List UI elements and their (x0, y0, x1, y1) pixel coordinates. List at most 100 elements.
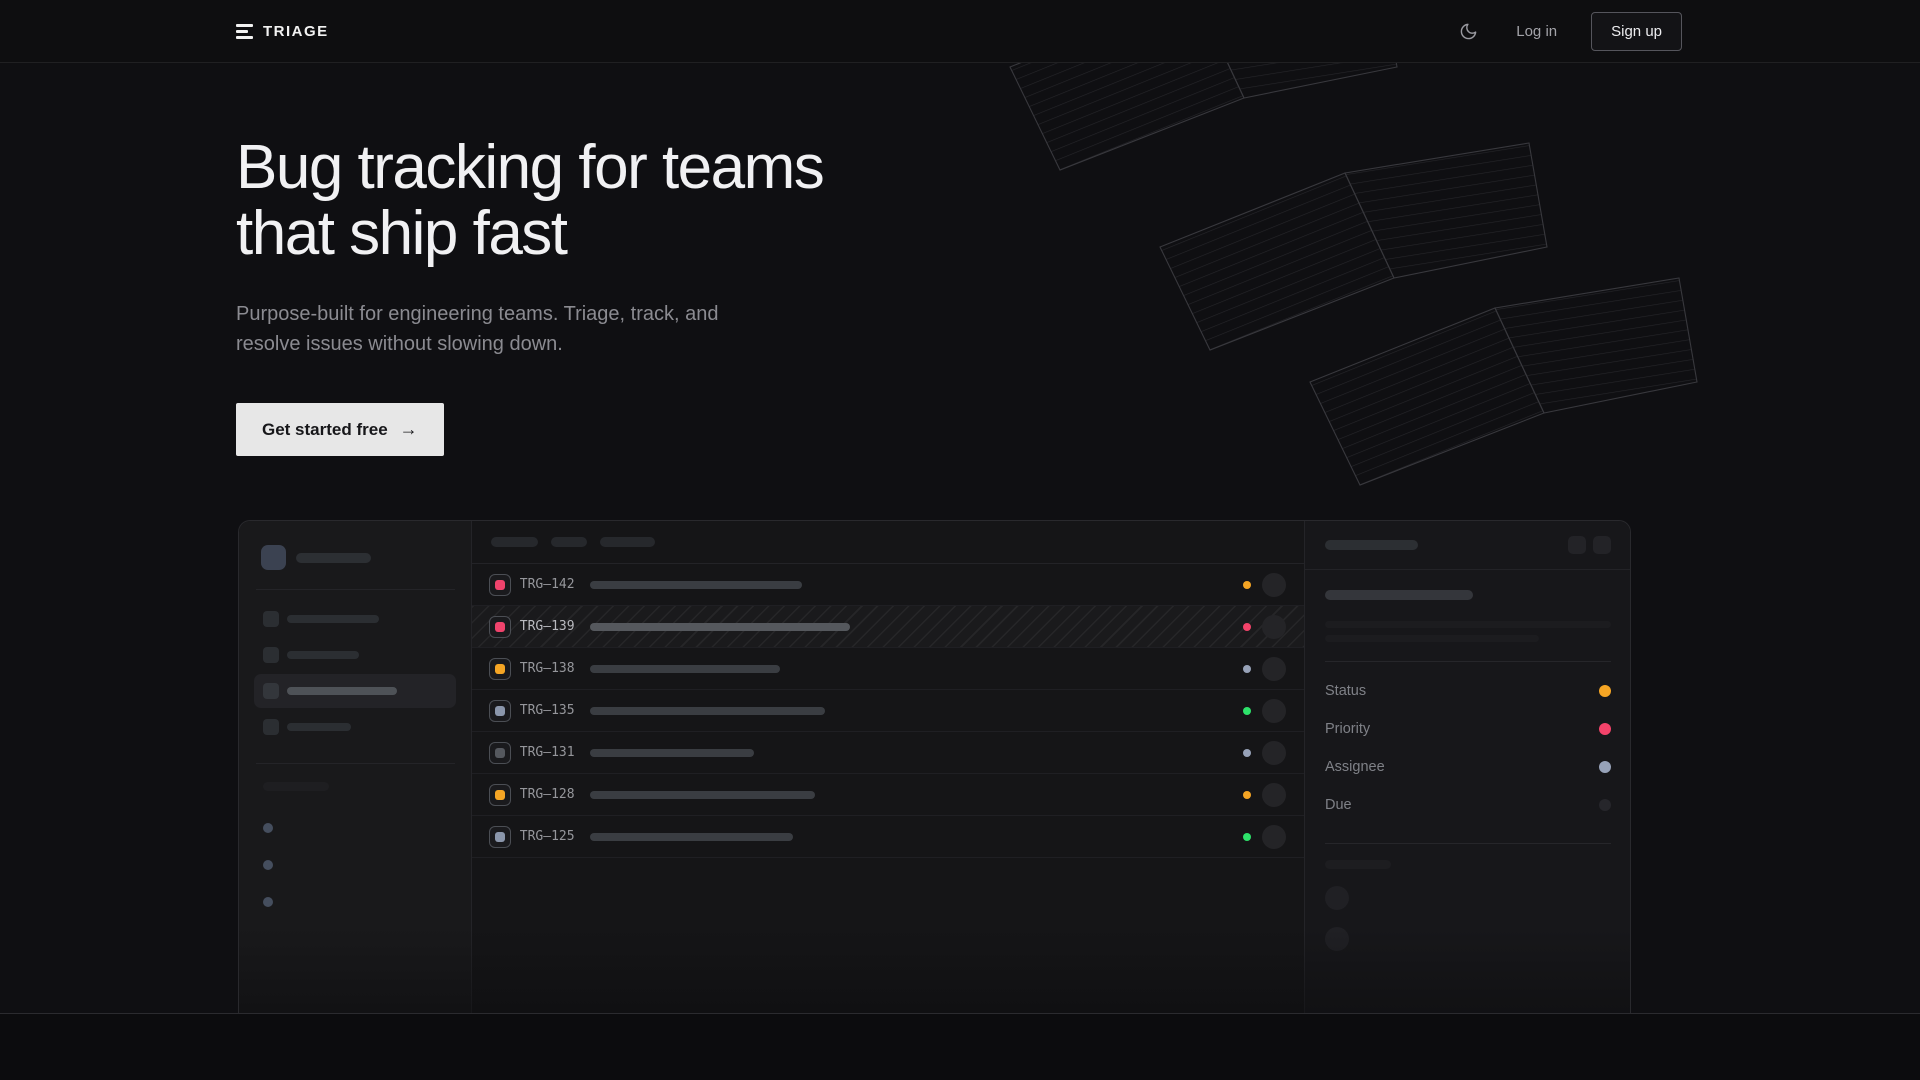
nav-item-label-skeleton (287, 651, 359, 659)
get-started-button[interactable]: Get started free → (236, 403, 444, 456)
issue-id: TRG–142 (520, 577, 582, 592)
assignee-avatar[interactable] (1262, 825, 1286, 849)
brand[interactable]: TRIAGE (236, 23, 329, 40)
issue-row[interactable]: TRG–139 (472, 606, 1304, 648)
sidebar-nav-item[interactable] (254, 602, 456, 636)
issue-checkbox-icon[interactable] (489, 742, 511, 764)
sidebar-dot-list (239, 823, 471, 907)
hero-title-line2: that ship fast (236, 201, 1920, 267)
issue-title-skeleton (590, 833, 793, 841)
property-value-dot (1599, 799, 1611, 811)
sidebar-nav-item[interactable] (254, 710, 456, 744)
issue-id: TRG–135 (520, 703, 582, 718)
issue-id: TRG–138 (520, 661, 582, 676)
assignee-avatar[interactable] (1262, 615, 1286, 639)
description-line-skeleton (1325, 621, 1611, 628)
property-value-dot (1599, 761, 1611, 773)
assignee-avatar[interactable] (1262, 699, 1286, 723)
nav-item-icon (263, 611, 279, 627)
issue-title-skeleton (590, 581, 802, 589)
panel-action-button[interactable] (1593, 536, 1611, 554)
nav-item-icon (263, 719, 279, 735)
divider (256, 763, 455, 764)
sidebar-dot[interactable] (263, 897, 273, 907)
issue-title-skeleton (590, 791, 815, 799)
issue-title-skeleton (1325, 590, 1473, 600)
arrow-right-icon: → (400, 419, 418, 440)
nav-item-label-skeleton (287, 723, 351, 731)
property-field[interactable]: Due (1325, 786, 1611, 824)
hero-title: Bug tracking for teams that ship fast (236, 135, 1920, 267)
brand-name: TRIAGE (263, 23, 329, 40)
issue-checkbox-icon[interactable] (489, 784, 511, 806)
comment-avatar (1325, 886, 1349, 910)
description-line-skeleton (1325, 635, 1539, 642)
divider (256, 589, 455, 590)
issue-checkbox-icon[interactable] (489, 700, 511, 722)
issue-row[interactable]: TRG–142 (472, 564, 1304, 606)
sidebar-nav-item[interactable] (254, 674, 456, 708)
issue-id: TRG–131 (520, 745, 582, 760)
triage-logo-icon (236, 24, 253, 39)
comments-label-skeleton (1325, 860, 1391, 869)
issue-title-skeleton (590, 623, 850, 631)
property-field[interactable]: Priority (1325, 710, 1611, 748)
status-dot (1243, 581, 1251, 589)
status-dot (1243, 749, 1251, 757)
issue-list: TRG–142 TRG–139 TRG–138 TRG–135 TRG–131 … (472, 521, 1305, 1013)
nav-item-icon (263, 683, 279, 699)
toolbar-pill-skeleton (551, 537, 587, 547)
workspace-avatar (261, 545, 286, 570)
issue-detail-panel: Status Priority Assignee Due (1305, 521, 1630, 1013)
issue-row[interactable]: TRG–135 (472, 690, 1304, 732)
sidebar-dot[interactable] (263, 823, 273, 833)
issue-title-skeleton (590, 707, 825, 715)
signup-button[interactable]: Sign up (1591, 12, 1682, 51)
property-field[interactable]: Status (1325, 672, 1611, 710)
issue-title-skeleton (590, 665, 780, 673)
panel-action-button[interactable] (1568, 536, 1586, 554)
issue-checkbox-icon[interactable] (489, 826, 511, 848)
issue-id: TRG–128 (520, 787, 582, 802)
property-label: Status (1325, 683, 1366, 699)
nav-item-label-skeleton (287, 687, 397, 695)
property-value-dot (1599, 723, 1611, 735)
mockup-sidebar (239, 521, 472, 1013)
workspace-name-skeleton (296, 553, 371, 563)
hero-title-line1: Bug tracking for teams (236, 135, 1920, 201)
issue-row[interactable]: TRG–138 (472, 648, 1304, 690)
issue-rows: TRG–142 TRG–139 TRG–138 TRG–135 TRG–131 … (472, 564, 1304, 858)
property-field[interactable]: Assignee (1325, 748, 1611, 786)
property-fields: Status Priority Assignee Due (1325, 672, 1611, 824)
moon-icon (1459, 22, 1478, 41)
assignee-avatar[interactable] (1262, 783, 1286, 807)
sidebar-section-label-skeleton (263, 778, 471, 796)
issue-checkbox-icon[interactable] (489, 616, 511, 638)
toolbar-pill-skeleton (491, 537, 538, 547)
assignee-avatar[interactable] (1262, 657, 1286, 681)
comment-avatar (1325, 927, 1349, 951)
divider (1325, 843, 1611, 844)
assignee-avatar[interactable] (1262, 741, 1286, 765)
workspace-switcher[interactable] (239, 545, 471, 570)
nav-item-label-skeleton (287, 615, 379, 623)
toolbar-pill-skeleton (600, 537, 655, 547)
property-label: Assignee (1325, 759, 1385, 775)
assignee-avatar[interactable] (1262, 573, 1286, 597)
issue-row[interactable]: TRG–125 (472, 816, 1304, 858)
issue-list-toolbar (472, 521, 1304, 564)
hero-subtitle: Purpose-built for engineering teams. Tri… (236, 299, 1920, 359)
property-label: Priority (1325, 721, 1370, 737)
issue-id: TRG–139 (520, 619, 582, 634)
theme-toggle-button[interactable] (1455, 18, 1482, 45)
issue-row[interactable]: TRG–131 (472, 732, 1304, 774)
issue-row[interactable]: TRG–128 (472, 774, 1304, 816)
login-link[interactable]: Log in (1516, 23, 1557, 40)
status-dot (1243, 623, 1251, 631)
issue-checkbox-icon[interactable] (489, 574, 511, 596)
sidebar-nav-item[interactable] (254, 638, 456, 672)
top-nav: TRIAGE Log in Sign up (0, 0, 1920, 63)
status-dot (1243, 707, 1251, 715)
sidebar-dot[interactable] (263, 860, 273, 870)
issue-checkbox-icon[interactable] (489, 658, 511, 680)
